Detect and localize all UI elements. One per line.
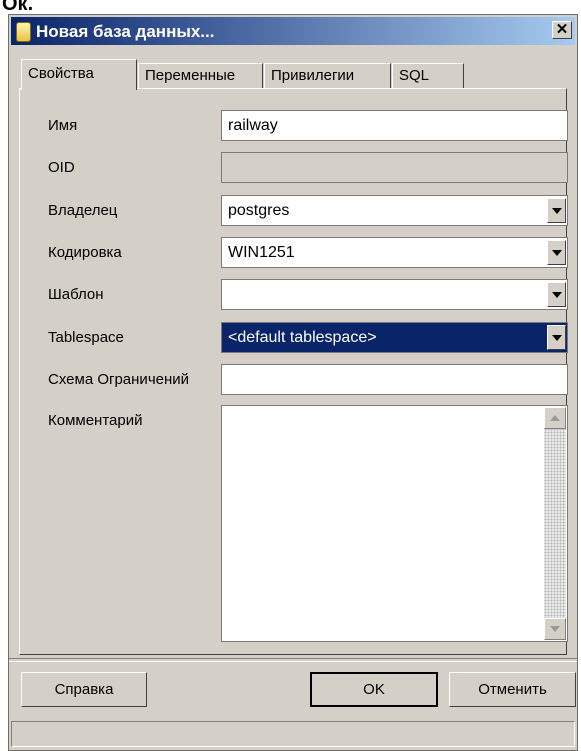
template-label: Шаблон [48, 286, 104, 303]
title-bar[interactable]: Новая база данных... ✕ [11, 17, 575, 45]
ok-button[interactable]: OK [310, 672, 438, 707]
scroll-up-icon[interactable] [544, 407, 566, 429]
tablespace-value: <default tablespace> [228, 329, 377, 346]
button-separator [9, 658, 577, 662]
database-icon [16, 22, 31, 42]
owner-select[interactable]: postgres [221, 195, 568, 226]
status-bar [11, 721, 575, 747]
template-select[interactable] [221, 279, 568, 310]
name-label: Имя [48, 117, 78, 134]
tab-variables[interactable]: Переменные [138, 63, 263, 89]
encoding-select[interactable]: WIN1251 [221, 237, 568, 268]
tab-privileges[interactable]: Привилегии [264, 63, 391, 89]
tab-sql[interactable]: SQL [392, 63, 464, 89]
owner-value: postgres [228, 202, 290, 219]
encoding-value: WIN1251 [228, 244, 295, 261]
chevron-down-icon[interactable] [547, 325, 566, 350]
oid-label: OID [48, 159, 75, 176]
tablespace-label: Tablespace [48, 329, 124, 346]
tab-properties[interactable]: Свойства [21, 59, 137, 90]
schema-restriction-label: Схема Ограничений [48, 371, 190, 388]
comment-scrollbar[interactable] [544, 407, 566, 640]
window-title: Новая база данных... [36, 22, 215, 41]
comment-label: Комментарий [48, 412, 143, 429]
scroll-down-icon[interactable] [544, 618, 566, 640]
chevron-down-icon[interactable] [547, 198, 566, 223]
properties-panel: Имя railway OID Владелец postgres Кодиро… [19, 88, 568, 655]
comment-textarea[interactable] [221, 405, 568, 642]
encoding-label: Кодировка [48, 244, 122, 261]
new-database-dialog: Новая база данных... ✕ Свойства Переменн… [8, 14, 578, 751]
help-button[interactable]: Справка [21, 672, 147, 707]
owner-label: Владелец [48, 202, 118, 219]
cancel-button[interactable]: Отменить [449, 672, 576, 707]
chevron-down-icon[interactable] [547, 282, 566, 307]
tablespace-select[interactable]: <default tablespace> [221, 322, 568, 353]
name-input[interactable]: railway [221, 110, 568, 141]
chevron-down-icon[interactable] [547, 240, 566, 265]
oid-input [221, 152, 568, 183]
schema-restriction-input[interactable] [221, 364, 568, 395]
close-icon[interactable]: ✕ [552, 21, 572, 39]
